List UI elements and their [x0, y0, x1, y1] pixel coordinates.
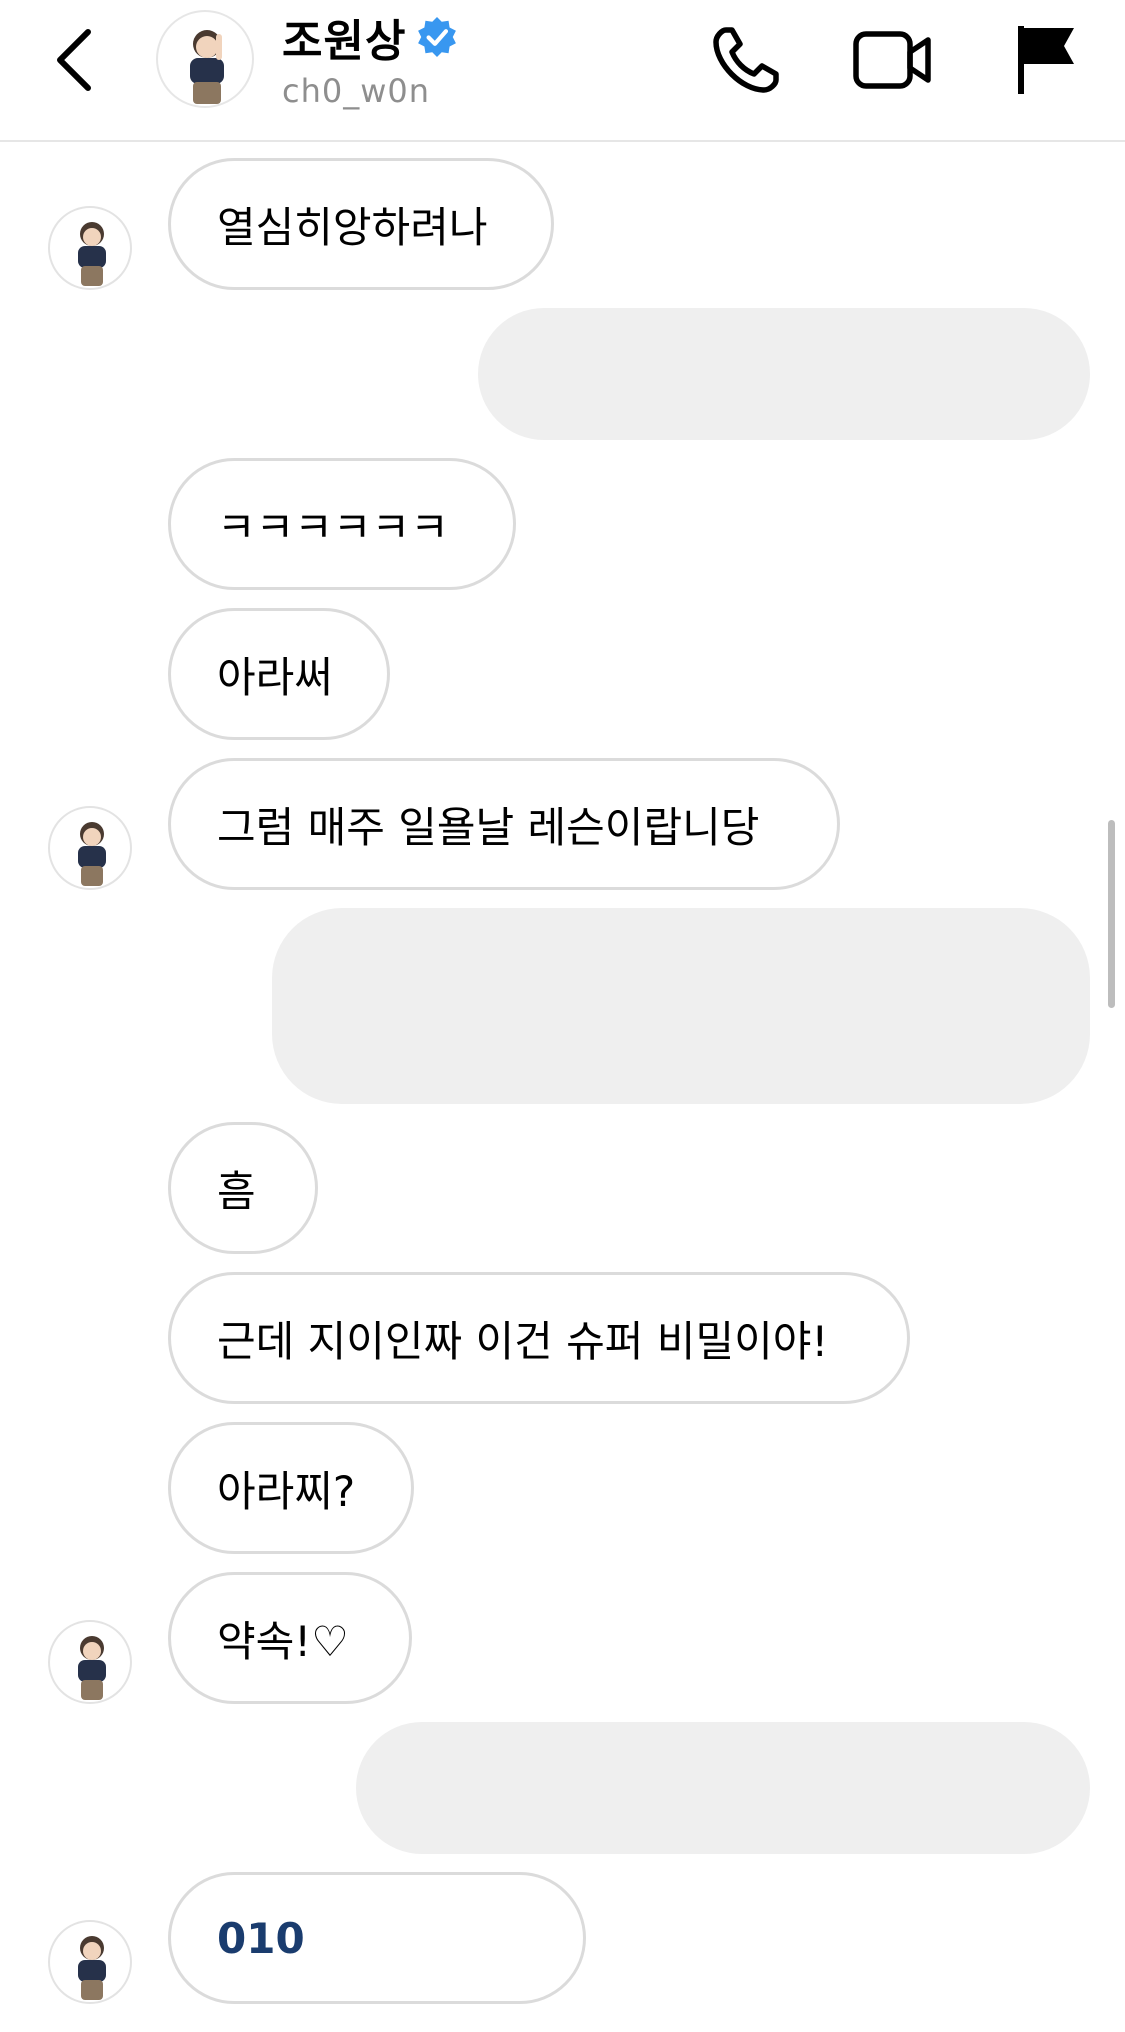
message-text: 아라찌? — [217, 1466, 356, 1516]
chat-header: 조원상 ch0_w0n — [0, 0, 1125, 142]
sender-avatar[interactable] — [48, 206, 132, 290]
video-camera-icon — [853, 31, 931, 89]
sent-message[interactable] — [356, 1722, 1090, 1854]
sent-message[interactable] — [272, 908, 1090, 1104]
verified-badge-icon — [418, 17, 457, 57]
message-text: 열심히앙하려나 — [217, 202, 488, 252]
sent-message[interactable] — [478, 308, 1090, 440]
message-text: 근데 지이인짜 이건 슈퍼 비밀이야! — [217, 1316, 829, 1366]
sender-avatar[interactable] — [48, 1620, 132, 1704]
report-button[interactable] — [1006, 22, 1086, 98]
received-message[interactable]: 010 — [168, 1872, 586, 2004]
contact-handle: ch0_w0n — [282, 72, 431, 110]
received-message[interactable]: 약속!♡ — [168, 1572, 412, 1704]
back-button[interactable] — [48, 24, 100, 96]
video-call-button[interactable] — [852, 22, 932, 98]
received-message[interactable]: 흠 — [168, 1122, 318, 1254]
call-button[interactable] — [706, 22, 786, 98]
chat-title-area[interactable]: 조원상 ch0_w0n — [282, 6, 662, 116]
message-text: 흠 — [217, 1166, 256, 1216]
received-message[interactable]: ㅋㅋㅋㅋㅋㅋ — [168, 458, 516, 590]
sender-avatar[interactable] — [48, 1920, 132, 2004]
profile-avatar[interactable] — [156, 10, 254, 108]
received-message[interactable]: 근데 지이인짜 이건 슈퍼 비밀이야! — [168, 1272, 910, 1404]
received-message[interactable]: 그럼 매주 일욜날 레슨이랍니당 — [168, 758, 840, 890]
message-text: ㅋㅋㅋㅋㅋㅋ — [217, 502, 449, 552]
scrollbar[interactable] — [1108, 820, 1115, 1008]
message-text: 010 — [217, 1913, 305, 1963]
flag-icon — [1018, 26, 1074, 94]
received-message[interactable]: 아라써 — [168, 608, 390, 740]
received-message[interactable]: 아라찌? — [168, 1422, 414, 1554]
contact-name: 조원상 — [282, 16, 407, 67]
message-text: 약속!♡ — [217, 1616, 349, 1666]
sender-avatar[interactable] — [48, 806, 132, 890]
message-text: 그럼 매주 일욜날 레슨이랍니당 — [217, 802, 760, 852]
phone-icon — [713, 27, 779, 93]
chevron-left-icon — [57, 29, 91, 91]
message-text: 아라써 — [217, 652, 333, 702]
received-message[interactable]: 열심히앙하려나 — [168, 158, 554, 290]
